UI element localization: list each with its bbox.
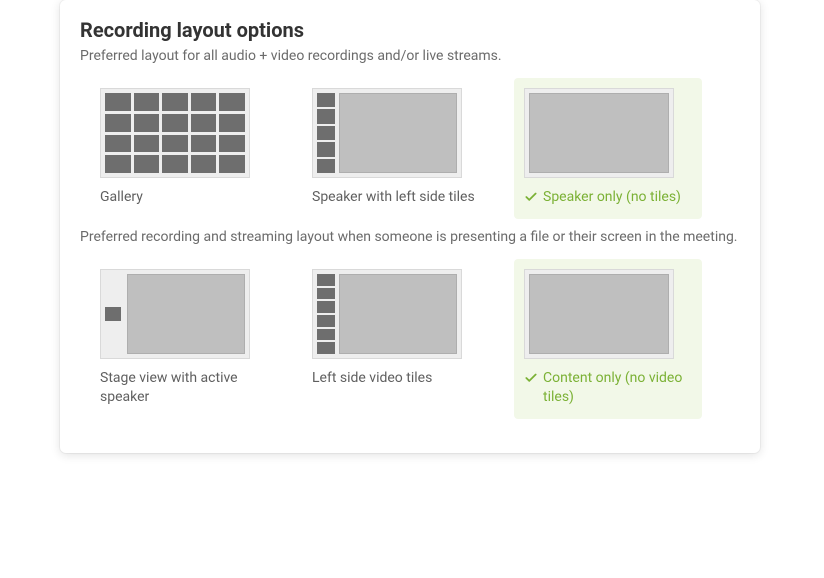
preview-speaker-left-tiles xyxy=(312,88,462,178)
option-label: Gallery xyxy=(100,188,268,207)
option-label: Content only (no video tiles) xyxy=(524,369,692,407)
option-label: Left side video tiles xyxy=(312,369,480,388)
preview-content-only xyxy=(524,269,674,359)
page-title: Recording layout options xyxy=(80,18,740,42)
preview-speaker-only xyxy=(524,88,674,178)
option-stage-active-speaker[interactable]: Stage view with active speaker xyxy=(90,259,278,419)
option-speaker-left-tiles[interactable]: Speaker with left side tiles xyxy=(302,78,490,219)
section-b-subhead: Preferred recording and streaming layout… xyxy=(80,229,740,245)
preview-left-side-video-tiles xyxy=(312,269,462,359)
section-a-subhead: Preferred layout for all audio + video r… xyxy=(80,48,740,64)
option-label: Speaker with left side tiles xyxy=(312,188,480,207)
check-icon xyxy=(524,190,538,204)
recording-layout-card: Recording layout options Preferred layou… xyxy=(60,0,760,453)
preview-stage-active-speaker xyxy=(100,269,250,359)
section-b-options: Stage view with active speaker Left side… xyxy=(90,259,740,419)
option-gallery[interactable]: Gallery xyxy=(90,78,278,219)
section-a-options: Gallery Speaker with left side tiles Spe… xyxy=(90,78,740,219)
option-speaker-only[interactable]: Speaker only (no tiles) xyxy=(514,78,702,219)
option-label: Stage view with active speaker xyxy=(100,369,268,407)
option-left-side-video-tiles[interactable]: Left side video tiles xyxy=(302,259,490,419)
option-label: Speaker only (no tiles) xyxy=(524,188,692,207)
check-icon xyxy=(524,371,538,385)
preview-gallery xyxy=(100,88,250,178)
option-content-only[interactable]: Content only (no video tiles) xyxy=(514,259,702,419)
